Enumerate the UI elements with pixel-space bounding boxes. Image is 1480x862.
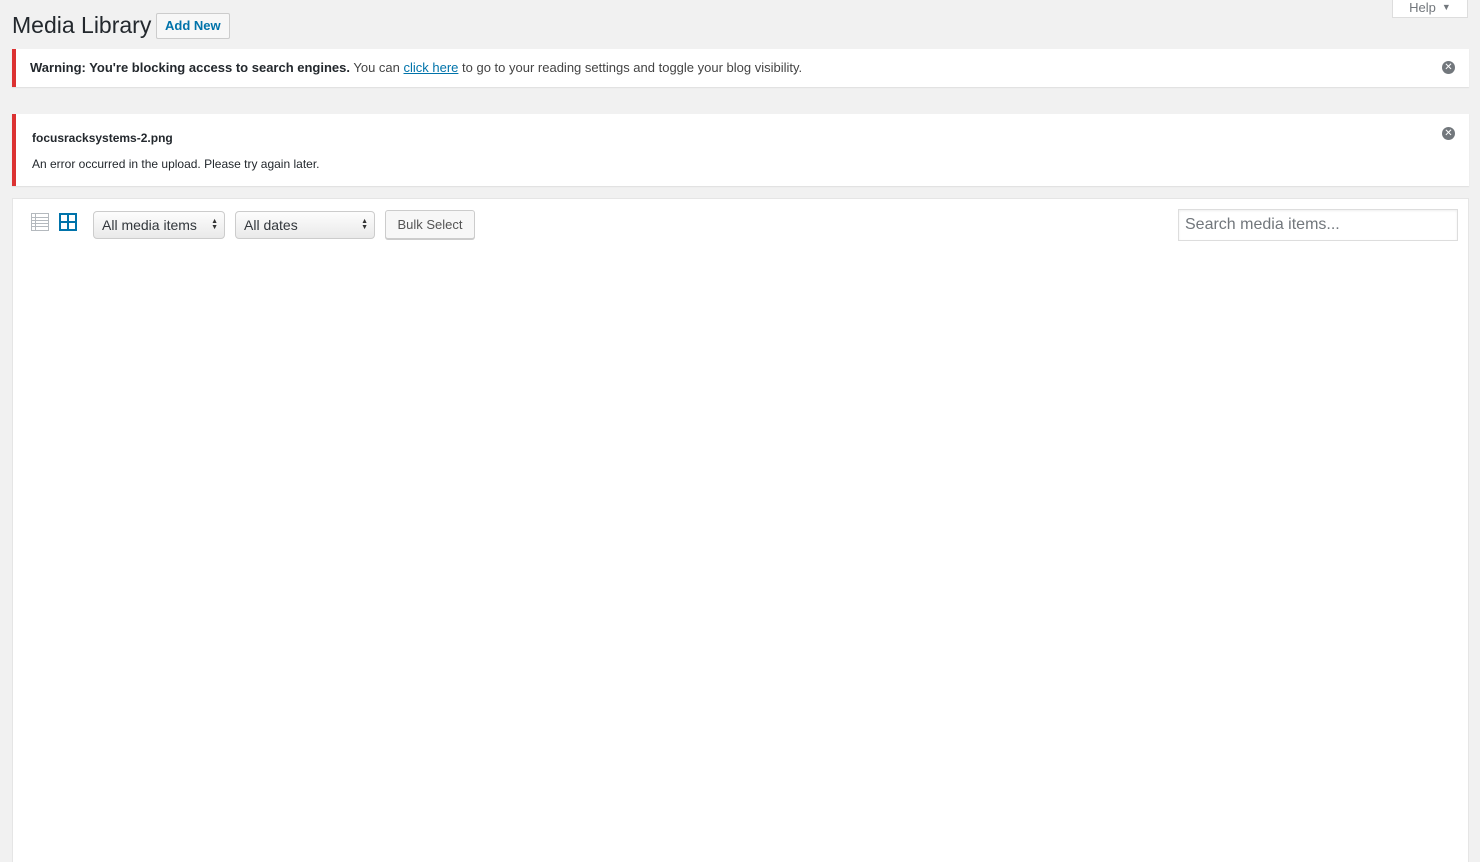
warning-message: Warning: You're blocking access to searc… [30,60,802,75]
upload-error-filename: focusracksystems-2.png [32,131,173,145]
media-library-frame: All media items ▲ ▼ All dates ▲ ▼ Bulk Sel… [12,198,1469,862]
page-title: Media Library [12,12,152,38]
warning-text-after-link: to go to your reading settings and toggl… [458,60,803,75]
help-tab-label: Help [1409,0,1436,15]
dismiss-icon[interactable]: ✕ [1442,61,1455,74]
reading-settings-link[interactable]: click here [404,60,459,75]
select-arrows-icon: ▲ ▼ [211,218,218,231]
media-type-filter-value: All media items [102,217,197,233]
upload-error-message: An error occurred in the upload. Please … [32,157,320,171]
select-arrows-icon: ▲ ▼ [361,218,368,231]
date-filter-select[interactable]: All dates ▲ ▼ [235,211,375,239]
upload-error-notice: focusracksystems-2.png An error occurred… [12,114,1469,186]
grid-view-icon[interactable] [59,213,77,231]
warning-text-before-link: You can [350,60,404,75]
add-new-button[interactable]: Add New [156,13,230,39]
search-media-input[interactable] [1178,209,1458,241]
caret-down-icon: ▼ [1441,2,1451,12]
date-filter-value: All dates [244,217,298,233]
search-engine-warning-notice: Warning: You're blocking access to searc… [12,49,1469,87]
help-tab-button[interactable]: Help ▼ [1392,0,1468,18]
media-type-filter-select[interactable]: All media items ▲ ▼ [93,211,225,239]
warning-strong-text: Warning: You're blocking access to searc… [30,60,350,75]
dismiss-icon[interactable]: ✕ [1442,127,1455,140]
list-view-icon[interactable] [31,213,49,231]
bulk-select-button[interactable]: Bulk Select [385,210,475,239]
